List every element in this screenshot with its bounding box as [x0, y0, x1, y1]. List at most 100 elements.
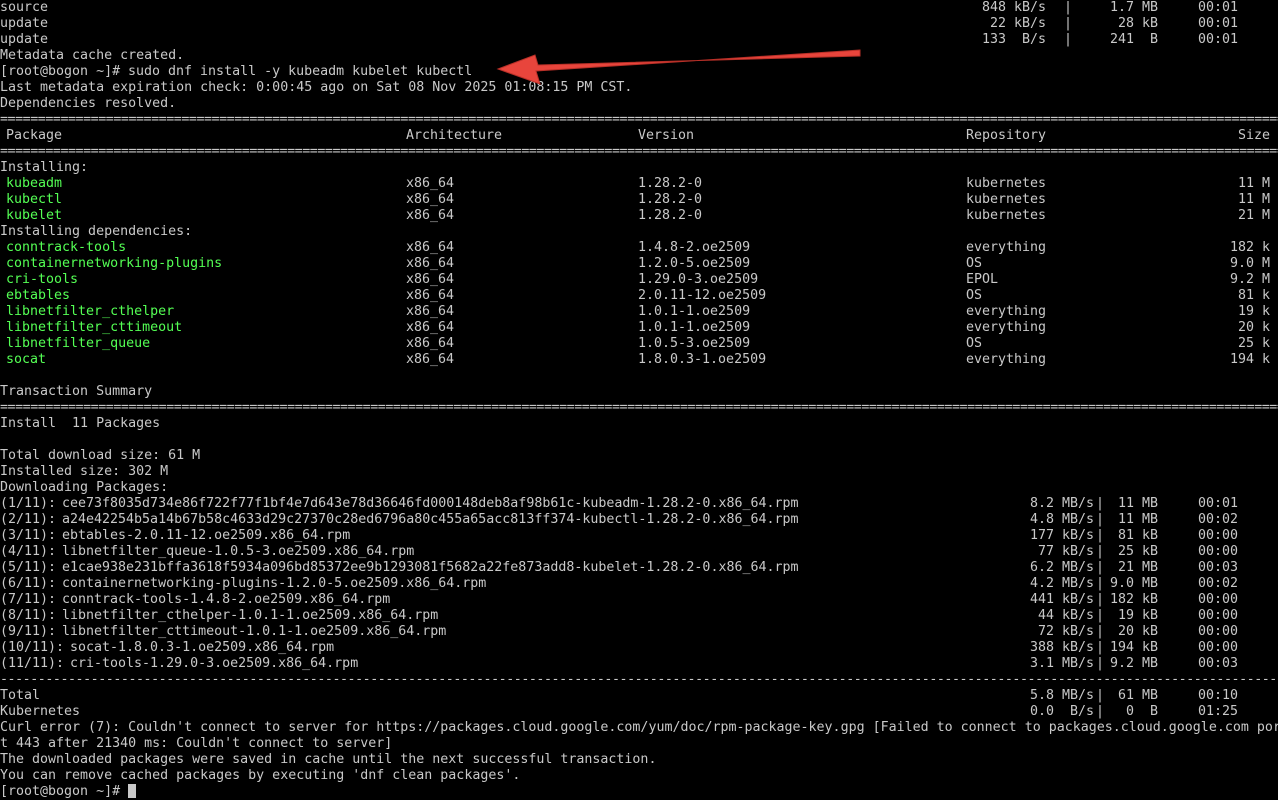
dependency-packages: conntrack-tools x86_64 1.4.8-2.oe2509 every…	[0, 240, 1278, 368]
install-count: Install 11 Packages	[0, 416, 161, 431]
dependencies-resolved: Dependencies resolved.	[0, 96, 177, 111]
header-size: Size	[1237, 128, 1270, 143]
curl-error-continued: t 443 after 21340 ms: Couldn't connect t…	[0, 736, 393, 751]
table-row: libnetfilter_queue x86_64 1.0.5-3.oe2509 OS…	[0, 336, 1278, 352]
download-file: libnetfilter_queue-1.0.5-3.oe2509.x86_64…	[62, 544, 415, 559]
cursor	[128, 784, 136, 800]
table-row: containernetworking-plugins x86_64 1.2.0-5…	[0, 256, 1278, 272]
dash-separator: ----------------------------------------…	[0, 672, 1278, 687]
download-index: (4/11):	[0, 544, 57, 559]
download-time: 00:01	[1198, 496, 1239, 511]
repo-speed: 133 B/s	[981, 32, 1046, 47]
header-version: Version	[638, 128, 695, 143]
header-architecture: Architecture	[406, 128, 503, 143]
download-time: 00:00	[1198, 624, 1239, 639]
download-file: conntrack-tools-1.4.8-2.oe2509.x86_64.rp…	[62, 592, 391, 607]
last-metadata-check: Last metadata expiration check: 0:00:45 …	[0, 80, 633, 95]
kubernetes-row: Kubernetes 0.0 B/s | 0 B 01:25	[0, 704, 1239, 719]
download-time: 00:02	[1198, 576, 1239, 591]
download-row: (7/11): conntrack-tools-1.4.8-2.oe2509.x8…	[0, 592, 1278, 608]
prompt: [root@bogon ~]#	[0, 64, 121, 79]
download-speed: 388 kB/s	[1029, 640, 1094, 655]
separator-line: ========================================…	[0, 400, 1278, 415]
package-version: 1.28.2-0	[638, 208, 703, 223]
terminal-window[interactable]: source 848 kB/s | 1.7 MB 00:01 update 22 kB/s |…	[0, 0, 1278, 800]
download-size: 182 kB	[1109, 592, 1158, 607]
repo-name: source	[0, 0, 49, 15]
package-name: libnetfilter_cthelper	[6, 304, 175, 319]
download-time: 00:02	[1198, 512, 1239, 527]
package-size: 194 k	[1229, 352, 1270, 367]
package-repo: everything	[966, 240, 1047, 255]
download-file: socat-1.8.0.3-1.oe2509.x86_64.rpm	[70, 640, 335, 655]
column-divider: |	[1096, 560, 1105, 575]
header-package: Package	[6, 128, 63, 143]
download-size: 81 kB	[1117, 528, 1158, 543]
download-file: e1cae938e231bffa3618f5934a096bd85372ee9b…	[62, 560, 799, 575]
separator-line: ========================================…	[0, 144, 1278, 159]
download-speed: 4.2 MB/s	[1029, 576, 1094, 591]
download-file: cri-tools-1.29.0-3.oe2509.x86_64.rpm	[70, 656, 359, 671]
final-prompt-line[interactable]: [root@bogon ~]#	[0, 784, 1278, 800]
download-speed: 6.2 MB/s	[1029, 560, 1094, 575]
column-divider: |	[1096, 608, 1105, 623]
package-arch: x86_64	[406, 176, 455, 191]
table-header: Package Architecture Version Repository …	[0, 128, 1278, 144]
package-version: 2.0.11-12.oe2509	[638, 288, 767, 303]
download-size: 19 kB	[1117, 608, 1158, 623]
command-text: sudo dnf install -y kubeadm kubelet kube…	[128, 64, 473, 79]
installing-packages: kubeadm x86_64 1.28.2-0 kubernetes 11 Mkubec…	[0, 176, 1278, 224]
download-row: (4/11): libnetfilter_queue-1.0.5-3.oe2509…	[0, 544, 1278, 560]
package-version: 1.29.0-3.oe2509	[638, 272, 759, 287]
package-repo: everything	[966, 352, 1047, 367]
package-version: 1.28.2-0	[638, 192, 703, 207]
download-time: 00:00	[1198, 640, 1239, 655]
dependencies-label: Installing dependencies:	[0, 224, 193, 239]
repo-time: 00:01	[1198, 32, 1239, 47]
package-arch: x86_64	[406, 352, 455, 367]
download-file: libnetfilter_cttimeout-1.0.1-1.oe2509.x8…	[62, 624, 447, 639]
column-divider: |	[1096, 640, 1105, 655]
download-time: 00:00	[1198, 544, 1239, 559]
download-size: 9.2 MB	[1109, 656, 1158, 671]
column-divider: |	[1096, 512, 1105, 527]
column-divider: |	[1064, 16, 1073, 31]
package-version: 1.0.1-1.oe2509	[638, 304, 751, 319]
package-arch: x86_64	[406, 256, 455, 271]
download-size: 11 MB	[1117, 512, 1158, 527]
package-size: 182 k	[1229, 240, 1270, 255]
download-index: (8/11):	[0, 608, 57, 623]
download-index: (1/11):	[0, 496, 57, 511]
repo-line: update 22 kB/s | 28 kB 00:01	[0, 16, 1278, 32]
package-repo: OS	[966, 256, 983, 271]
repo-time: 00:01	[1198, 0, 1239, 15]
package-name: cri-tools	[6, 272, 79, 287]
download-size: 194 kB	[1109, 640, 1158, 655]
repo-speed: 848 kB/s	[981, 0, 1046, 15]
package-version: 1.2.0-5.oe2509	[638, 256, 751, 271]
header-repository: Repository	[966, 128, 1047, 143]
download-list: (1/11): cee73f8035d734e86f722f77f1bf4e7d6…	[0, 496, 1278, 672]
package-version: 1.28.2-0	[638, 176, 703, 191]
download-index: (3/11):	[0, 528, 57, 543]
download-size: 11 MB	[1117, 496, 1158, 511]
column-divider: |	[1096, 528, 1105, 543]
remove-message: You can remove cached packages by execut…	[0, 768, 521, 783]
download-file: cee73f8035d734e86f722f77f1bf4e7d643e78d3…	[62, 496, 799, 511]
download-index: (6/11):	[0, 576, 57, 591]
download-row: (3/11): ebtables-2.0.11-12.oe2509.x86_64.…	[0, 528, 1278, 544]
repo-name: update	[0, 16, 49, 31]
installed-size: Installed size: 302 M	[0, 464, 169, 479]
transaction-summary: Transaction Summary	[0, 384, 153, 399]
package-size: 20 k	[1237, 320, 1270, 335]
package-arch: x86_64	[406, 320, 455, 335]
download-index: (9/11):	[0, 624, 57, 639]
package-name: kubeadm	[6, 176, 63, 191]
column-divider: |	[1064, 0, 1073, 15]
download-row: (5/11): e1cae938e231bffa3618f5934a096bd85…	[0, 560, 1278, 576]
package-arch: x86_64	[406, 208, 455, 223]
repo-speed: 22 kB/s	[989, 16, 1046, 31]
download-index: (5/11):	[0, 560, 57, 575]
download-file: libnetfilter_cthelper-1.0.1-1.oe2509.x86…	[62, 608, 439, 623]
package-size: 81 k	[1237, 288, 1270, 303]
